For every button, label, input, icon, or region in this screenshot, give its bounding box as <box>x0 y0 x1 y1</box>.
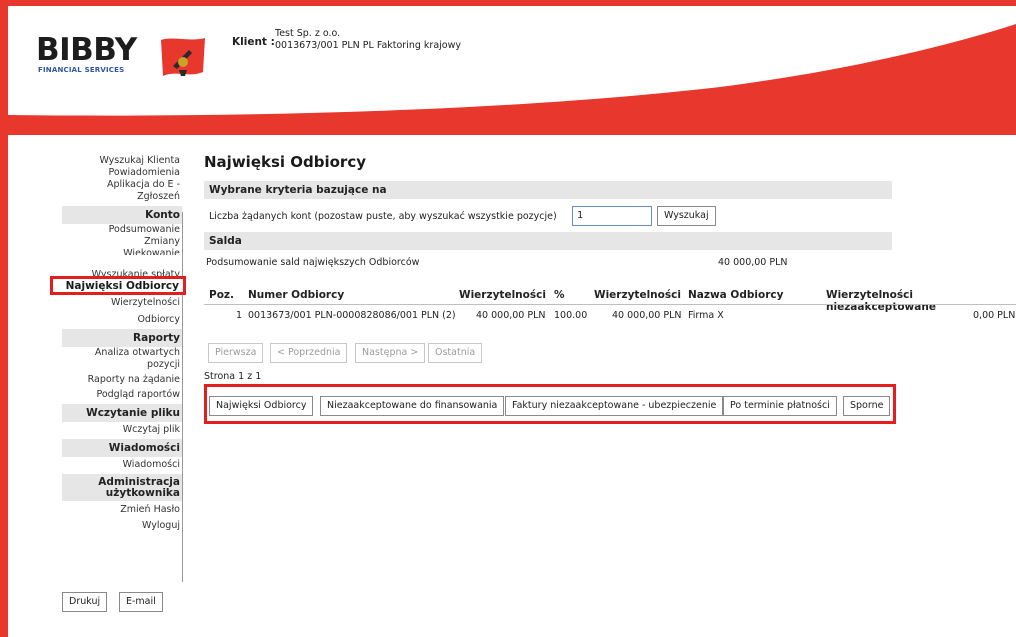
sidebar-item-messages[interactable]: Wiadomości <box>62 459 182 471</box>
sidebar-item-reports-on-demand[interactable]: Raporty na żądanie <box>62 374 182 386</box>
sidebar-item-changes[interactable]: Zmiany <box>62 236 182 248</box>
report-tab-unaccepted-insurance[interactable]: Faktury niezaakceptowane - ubezpieczenie <box>505 396 724 416</box>
saldo-summary-label: Podsumowanie sald największych Odbiorców <box>206 257 420 268</box>
logo-subtitle: FINANCIAL SERVICES <box>38 66 125 74</box>
sidebar-item-e-application[interactable]: Aplikacja do E - Zgłoszeń <box>62 179 182 203</box>
pager-next-button[interactable]: Następna > <box>355 343 426 363</box>
sidebar-item-open-items-analysis[interactable]: Analiza otwartych pozycji <box>62 347 182 371</box>
sidebar-item-largest-debtors[interactable]: Najwięksi Odbiorcy <box>50 276 186 295</box>
table-header-divider <box>204 304 1016 305</box>
sidebar-item-search-client[interactable]: Wyszukaj Klienta <box>62 155 182 167</box>
pager-first-button[interactable]: Pierwsza <box>208 343 264 363</box>
header: BIBBY FINANCIAL SERVICES Klient : Test S… <box>8 6 1016 141</box>
report-tab-unaccepted-financing[interactable]: Niezaakceptowane do finansowania <box>320 396 505 416</box>
cell-receivables: 40 000,00 PLN <box>476 310 546 321</box>
logo-flag-icon <box>161 38 205 76</box>
sidebar-item-receivables[interactable]: Wierzytelności <box>62 297 182 309</box>
cell-receivables-2: 40 000,00 PLN <box>612 310 682 321</box>
sidebar-section-user-admin: Administracja użytkownika <box>62 474 182 501</box>
print-button[interactable]: Drukuj <box>62 592 108 612</box>
saldo-header: Salda <box>204 232 892 250</box>
saldo-summary-value: 40 000,00 PLN <box>718 257 788 268</box>
sidebar-item-change-password[interactable]: Zmień Hasło <box>62 504 182 516</box>
cell-position: 1 <box>236 310 243 321</box>
col-header-receivables-2: Wierzytelności <box>594 289 681 301</box>
page-title: Najwięksi Odbiorcy <box>204 153 366 171</box>
report-tab-overdue[interactable]: Po terminie płatności <box>723 396 837 416</box>
criteria-header: Wybrane kryteria bazujące na <box>204 181 892 199</box>
count-label: Liczba żądanych kont (pozostaw puste, ab… <box>209 211 557 222</box>
pager-last-button[interactable]: Ostatnia <box>428 343 483 363</box>
client-label: Klient : <box>232 36 275 48</box>
frame-left-border <box>0 0 8 637</box>
cell-debtor-name: Firma X <box>688 310 724 321</box>
account-count-input[interactable]: 1 <box>572 206 652 226</box>
client-info: Test Sp. z o.o. 0013673/001 PLN PL Fakto… <box>275 28 461 52</box>
logo-wordmark: BIBBY <box>36 32 137 68</box>
col-header-receivables: Wierzytelności <box>459 289 546 301</box>
client-account: 0013673/001 PLN PL Faktoring krajowy <box>275 40 461 51</box>
email-button[interactable]: E-mail <box>119 592 163 612</box>
sidebar-item-largest-debtors-label: Najwięksi Odbiorcy <box>65 280 179 292</box>
sidebar-section-user-admin-line2: użytkownika <box>105 487 180 499</box>
sidebar-section-raporty: Raporty <box>62 329 182 347</box>
sidebar-item-upload-file[interactable]: Wczytaj plik <box>62 424 182 436</box>
sidebar-section-messages: Wiadomości <box>62 439 182 457</box>
col-header-debtor-number: Numer Odbiorcy <box>248 289 345 301</box>
client-name: Test Sp. z o.o. <box>275 28 341 39</box>
pager-prev-button[interactable]: < Poprzednia <box>270 343 348 363</box>
sidebar-divider <box>182 212 183 582</box>
cell-percent: 100.00 <box>554 310 588 321</box>
sidebar-section-konto: Konto <box>62 206 182 224</box>
pager-status: Strona 1 z 1 <box>204 371 262 382</box>
sidebar-item-debtors[interactable]: Odbiorcy <box>62 314 182 326</box>
col-header-percent: % <box>554 289 565 301</box>
sidebar-item-reports-preview[interactable]: Podgląd raportów <box>62 389 182 401</box>
sidebar-item-summary[interactable]: Podsumowanie <box>62 224 182 236</box>
report-tab-disputed[interactable]: Sporne <box>843 396 891 416</box>
col-header-debtor-name: Nazwa Odbiorcy <box>688 289 784 301</box>
sidebar-item-aging[interactable]: Wiekowanie <box>62 248 182 255</box>
search-button[interactable]: Wyszukaj <box>657 206 716 226</box>
sidebar-item-notifications[interactable]: Powiadomienia <box>62 167 182 179</box>
sidebar-section-file-upload: Wczytanie pliku <box>62 404 182 422</box>
cell-debtor-number[interactable]: 0013673/001 PLN-0000828086/001 PLN (2) <box>248 310 456 321</box>
col-header-position: Poz. <box>209 289 235 301</box>
sidebar-item-logout[interactable]: Wyloguj <box>62 520 182 532</box>
sidebar: Wyszukaj Klienta Powiadomienia Aplikacja… <box>62 155 182 532</box>
report-tab-largest-debtors[interactable]: Najwięksi Odbiorcy <box>209 396 314 416</box>
cell-unaccepted: 0,00 PLN <box>973 310 1016 321</box>
